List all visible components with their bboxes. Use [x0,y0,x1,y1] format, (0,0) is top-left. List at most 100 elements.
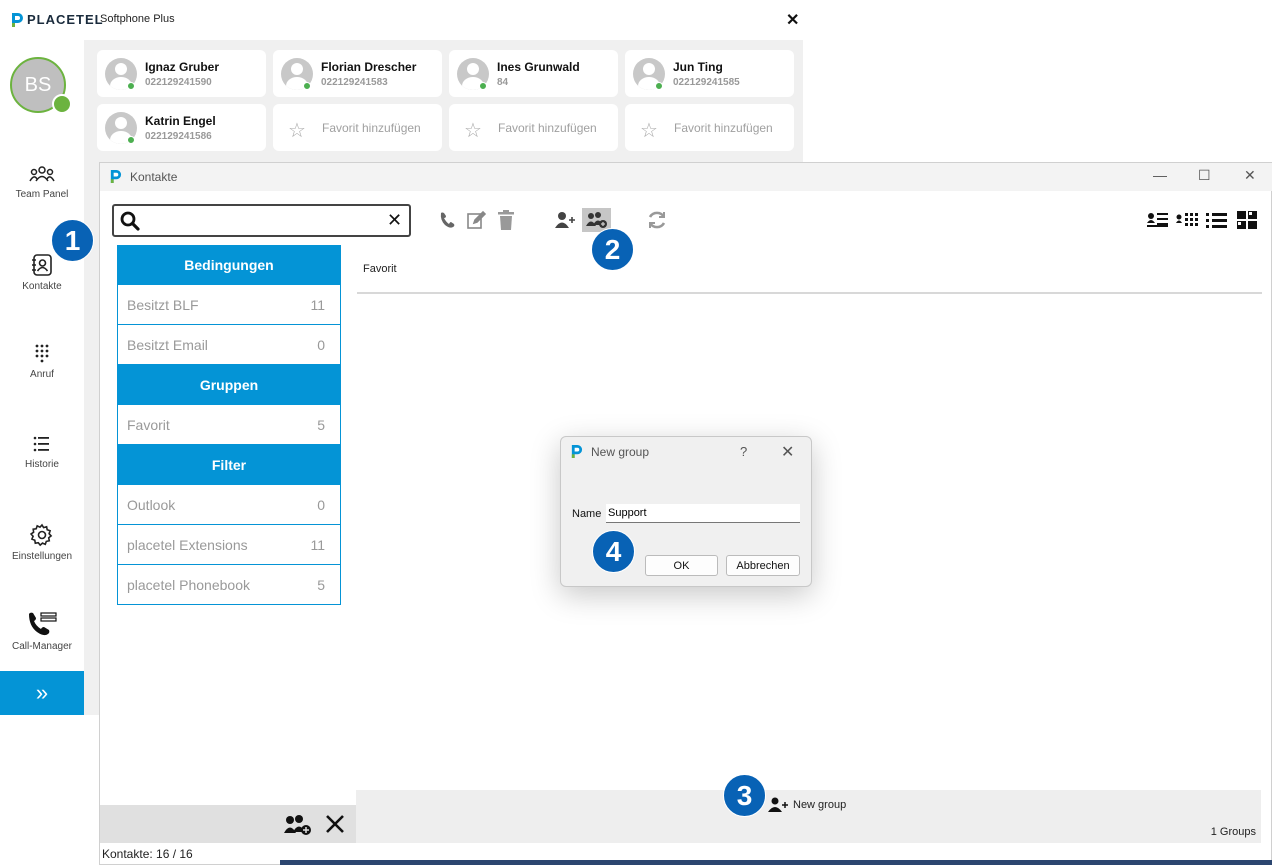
star-icon: ☆ [640,120,658,142]
filter-item-label: placetel Extensions [127,537,248,553]
team-card[interactable]: Florian Drescher 022129241583 [273,50,442,97]
online-status-dot [479,82,487,90]
brand-name: PLACETEL [27,12,104,27]
dialog-title: New group [591,445,650,459]
online-status-dot [127,136,135,144]
add-favorite-card[interactable]: ☆ Favorit hinzufügen [273,104,442,151]
add-favorite-label: Favorit hinzufügen [674,121,773,135]
cancel-button[interactable]: Abbrechen [726,555,800,576]
step-badge: 2 [591,228,634,271]
placetel-logo-icon [110,170,122,183]
edit-contact-button[interactable] [464,208,488,232]
team-card[interactable]: Ines Grunwald 84 [449,50,618,97]
placetel-logo-icon [12,13,23,27]
contact-name: Ignaz Gruber [145,60,220,74]
online-status-dot [655,82,663,90]
minimize-button[interactable]: — [1153,167,1167,183]
filter-item-label: Besitzt BLF [127,297,199,313]
placetel-logo-icon [571,445,583,458]
contacts-book-icon [32,254,52,276]
avatar-initials: BS [24,73,52,96]
nav-historie[interactable]: Historie [0,433,84,493]
step-badge: 1 [51,219,94,262]
new-group-label: New group [793,799,847,811]
filter-item-besitzt-blf[interactable]: Besitzt BLF 11 [117,285,341,325]
star-icon: ☆ [464,120,482,142]
filter-item-besitzt-email[interactable]: Besitzt Email 0 [117,325,341,365]
contact-number: 022129241585 [673,77,740,88]
call-button[interactable] [435,208,459,232]
nav-einstellungen[interactable]: Einstellungen [0,523,84,583]
view-list-button[interactable] [1205,208,1229,232]
group-list-header[interactable]: Favorit [363,263,397,275]
nav-anruf[interactable]: Anruf [0,343,84,403]
nav-label-historie: Historie [25,459,59,470]
dialpad-icon [35,344,49,363]
nav-team-panel[interactable]: Team Panel [0,165,84,225]
contact-number: 022129241586 [145,131,212,142]
help-button[interactable]: ? [740,444,747,459]
gear-icon [30,523,53,547]
view-compact-grid-button[interactable] [1175,208,1199,232]
filter-item-placetel-extensions[interactable]: placetel Extensions 11 [117,525,341,565]
contact-name: Katrin Engel [145,114,216,128]
trash-icon [498,210,514,230]
phone-icon [440,212,455,228]
filter-item-label: placetel Phonebook [127,577,250,593]
contact-number: 022129241583 [321,77,388,88]
detail-list-view-icon [1147,213,1168,227]
nav-label-team-panel: Team Panel [15,189,69,200]
clear-search-icon[interactable]: ✕ [387,210,402,231]
product-name: Softphone Plus [100,13,175,25]
team-card[interactable]: Ignaz Gruber 022129241590 [97,50,266,97]
view-tiles-button[interactable] [1235,208,1259,232]
filter-item-label: Outlook [127,497,176,513]
close-icon[interactable] [326,815,344,833]
filter-item-count: 11 [310,297,325,313]
delete-contact-button[interactable] [494,208,518,232]
add-favorite-card[interactable]: ☆ Favorit hinzufügen [625,104,794,151]
filter-item-count: 0 [317,337,325,353]
nav-label-call-manager: Call-Manager [11,641,73,652]
divider [357,292,1262,294]
nav-label-anruf: Anruf [30,369,54,380]
section-header-filter: Filter [117,445,341,485]
nav-call-manager[interactable]: Call-Manager [0,611,84,671]
add-favorite-label: Favorit hinzufügen [322,121,421,135]
ok-button[interactable]: OK [645,555,718,576]
add-contact-button[interactable] [554,208,578,232]
view-detail-list-button[interactable] [1146,208,1170,232]
expand-sidebar-button[interactable]: » [0,671,84,715]
team-card[interactable]: Jun Ting 022129241585 [625,50,794,97]
team-card[interactable]: Katrin Engel 022129241586 [97,104,266,151]
online-status-dot [303,82,311,90]
add-group-icon[interactable] [284,814,312,836]
contacts-status: Kontakte: 16 / 16 [102,847,193,861]
close-window-button[interactable]: ✕ [1244,167,1256,184]
team-icon [29,166,55,182]
online-status-dot [127,82,135,90]
group-name-input[interactable] [606,504,800,523]
sidebar: BS Team Panel Kontakte Anruf Historie Ei… [0,40,84,715]
filter-item-placetel-phonebook[interactable]: placetel Phonebook 5 [117,565,341,605]
group-item-favorit[interactable]: Favorit 5 [117,405,341,445]
groups-footer: New group 1 Groups [356,790,1261,843]
tiles-view-icon [1237,211,1257,229]
add-favorite-card[interactable]: ☆ Favorit hinzufügen [449,104,618,151]
add-favorite-label: Favorit hinzufügen [498,121,597,135]
search-input[interactable] [144,210,384,232]
edit-icon [467,210,486,229]
filter-item-outlook[interactable]: Outlook 0 [117,485,341,525]
nav-kontakte[interactable]: Kontakte [0,253,84,313]
maximize-button[interactable]: ☐ [1198,167,1211,184]
close-dialog-button[interactable]: ✕ [781,442,794,462]
nav-label-einstellungen: Einstellungen [11,551,73,562]
close-button[interactable]: ✕ [786,10,799,30]
group-actions-bar [100,805,356,843]
star-icon: ☆ [288,120,306,142]
search-box[interactable]: ✕ [112,204,411,237]
add-group-icon [585,212,607,228]
refresh-button[interactable] [645,208,669,232]
list-view-icon [1206,213,1227,228]
new-group-button[interactable]: New group [768,797,846,813]
